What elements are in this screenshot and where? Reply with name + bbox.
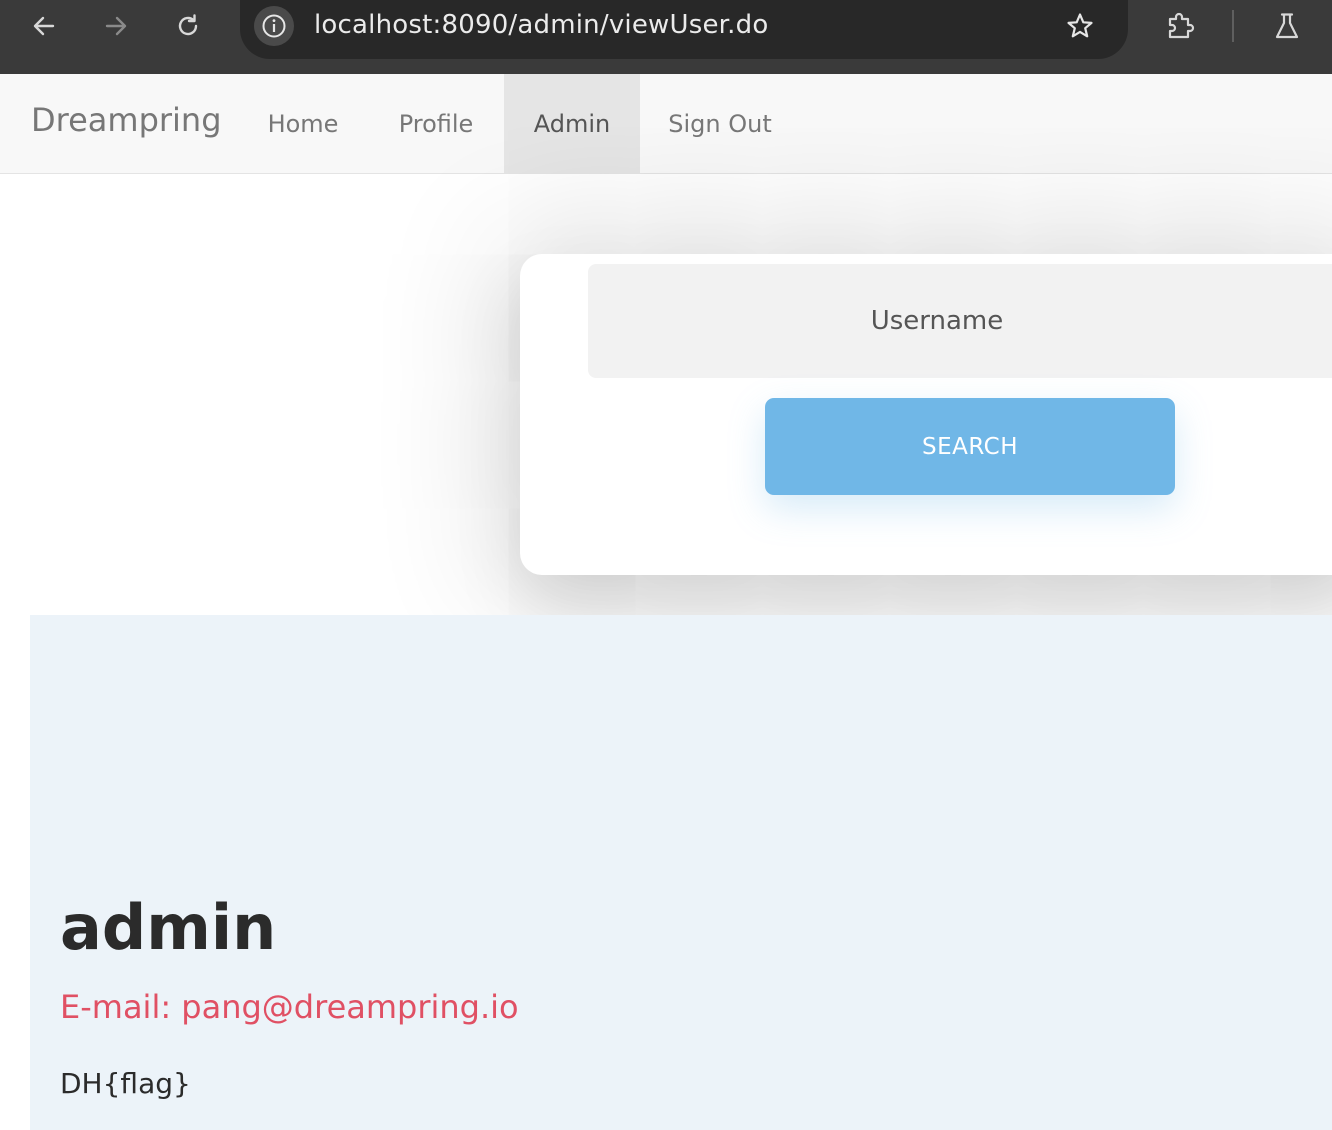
labs-button[interactable] — [1267, 6, 1307, 46]
site-navbar: Dreampring Home Profile Admin Sign Out — [0, 74, 1332, 174]
user-profile-panel: admin E-mail: pang@dreampring.io DH{flag… — [30, 615, 1332, 1130]
address-bar[interactable]: localhost:8090/admin/viewUser.do — [240, 0, 1128, 59]
forward-button[interactable] — [96, 6, 136, 46]
star-icon — [1067, 13, 1093, 38]
info-icon — [262, 14, 286, 38]
username-search-input[interactable] — [588, 264, 1332, 378]
reload-button[interactable] — [168, 6, 208, 46]
arrow-right-icon — [105, 16, 127, 36]
browser-toolbar: localhost:8090/admin/viewUser.do — [0, 0, 1332, 74]
bookmark-button[interactable] — [1060, 6, 1100, 46]
profile-description: DH{flag} — [60, 1067, 191, 1100]
nav-item-sign-out[interactable]: Sign Out — [640, 74, 800, 173]
profile-email-label: E-mail: — [60, 988, 172, 1026]
search-button[interactable]: SEARCH — [765, 398, 1175, 495]
arrow-left-icon — [33, 16, 55, 36]
site-info-button[interactable] — [254, 6, 294, 46]
brand-link[interactable]: Dreampring — [31, 101, 222, 139]
profile-email: E-mail: pang@dreampring.io — [60, 988, 519, 1026]
nav-item-admin[interactable]: Admin — [504, 74, 640, 173]
nav-item-profile[interactable]: Profile — [368, 74, 504, 173]
back-button[interactable] — [24, 6, 64, 46]
profile-username: admin — [60, 891, 277, 964]
toolbar-divider — [1232, 10, 1234, 42]
flask-icon — [1275, 13, 1299, 39]
url-text[interactable]: localhost:8090/admin/viewUser.do — [314, 10, 768, 40]
extensions-button[interactable] — [1160, 6, 1200, 46]
puzzle-icon — [1168, 12, 1195, 39]
profile-email-value: pang@dreampring.io — [181, 988, 519, 1026]
nav-item-home[interactable]: Home — [238, 74, 368, 173]
reload-icon — [178, 14, 198, 36]
